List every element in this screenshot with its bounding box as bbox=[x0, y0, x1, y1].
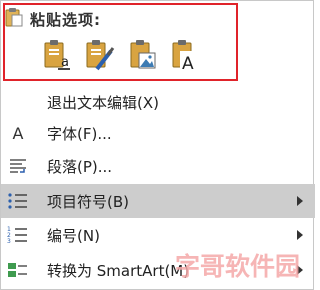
menu-item-label: 项目符号(B) bbox=[47, 192, 129, 211]
menu-item-label: 字体(F)... bbox=[47, 124, 112, 143]
paste-options-section: 粘贴选项: a A bbox=[1, 1, 315, 87]
menu-item-label: 退出文本编辑(X) bbox=[47, 93, 159, 112]
menu-item-label: 编号(N) bbox=[47, 226, 100, 245]
menu-item-font[interactable]: A 字体(F)... bbox=[1, 116, 315, 150]
paste-option-keep-text-only[interactable]: A bbox=[169, 39, 203, 75]
numbering-icon: 1 2 3 bbox=[7, 225, 29, 245]
paste-picture-icon bbox=[130, 40, 156, 69]
watermark-logo: 字哥软件园 bbox=[175, 252, 300, 281]
submenu-arrow-icon bbox=[297, 230, 303, 240]
paste-option-picture[interactable] bbox=[127, 39, 161, 75]
paragraph-icon bbox=[7, 156, 29, 176]
paste-option-keep-source-formatting[interactable] bbox=[83, 39, 117, 75]
svg-text:a: a bbox=[61, 55, 69, 70]
paste-options-title: 粘贴选项: bbox=[30, 11, 101, 29]
paste-keep-formatting-icon bbox=[86, 40, 115, 71]
paste-text-only-icon: A bbox=[172, 40, 197, 74]
bullets-icon bbox=[7, 191, 29, 211]
watermark-text: 字哥软件园 bbox=[175, 252, 300, 281]
context-menu: 粘贴选项: a A 退出文本编辑(X) A 字体(F)... 段落(P)... … bbox=[0, 0, 315, 290]
svg-text:A: A bbox=[182, 54, 194, 74]
menu-item-exit-text-edit[interactable]: 退出文本编辑(X) bbox=[1, 85, 315, 119]
submenu-arrow-icon bbox=[297, 196, 303, 206]
menu-item-paragraph[interactable]: 段落(P)... bbox=[1, 149, 315, 183]
font-icon: A bbox=[12, 123, 24, 143]
paste-keep-text-only-icon: a bbox=[44, 40, 70, 70]
smartart-icon bbox=[7, 260, 29, 280]
menu-item-bullets[interactable]: 项目符号(B) bbox=[1, 184, 315, 218]
menu-item-label: 段落(P)... bbox=[47, 157, 113, 176]
paste-option-use-destination-theme[interactable]: a bbox=[41, 39, 75, 75]
menu-item-label: 转换为 SmartArt(M) bbox=[47, 261, 190, 280]
svg-text:3: 3 bbox=[7, 238, 11, 245]
